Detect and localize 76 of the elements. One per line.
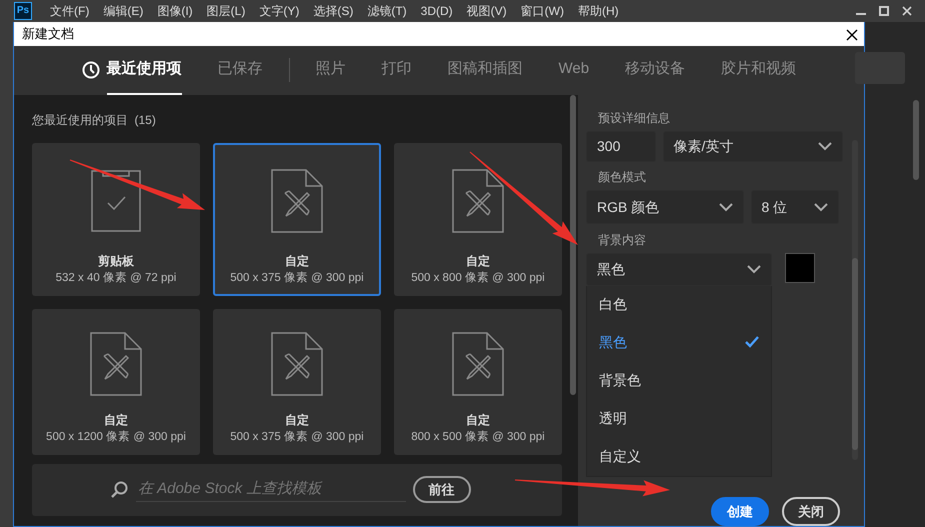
preset-card[interactable]: 自定 500 x 1200 像素 @ 300 ppi <box>32 308 200 454</box>
preset-card[interactable]: 剪贴板 532 x 40 像素 @ 72 ppi <box>32 142 200 296</box>
clipboard-check-icon <box>91 170 141 232</box>
scrollbar-thumb[interactable] <box>852 258 858 450</box>
preset-size: 532 x 40 像素 @ 72 ppi <box>56 270 176 286</box>
bit-depth-select[interactable]: 8 位 <box>750 190 838 224</box>
tab[interactable]: 已保存 <box>218 46 262 94</box>
preset-size: 800 x 500 像素 @ 300 ppi <box>411 430 545 445</box>
preset-size: 500 x 1200 像素 @ 300 ppi <box>46 430 186 445</box>
preset-card[interactable]: 自定 800 x 500 像素 @ 300 ppi <box>394 308 562 454</box>
preset-name: 自定 <box>285 412 309 429</box>
chevron-down-icon <box>814 202 828 212</box>
scrollbar-thumb[interactable] <box>570 94 576 394</box>
section-heading: 您最近使用的项目 <box>32 112 128 126</box>
resolution-field[interactable]: 300 <box>586 130 656 162</box>
preset-card[interactable]: 自定 500 x 375 像素 @ 300 ppi <box>213 142 381 296</box>
background-select[interactable]: 黑色 <box>586 252 772 286</box>
menu-item[interactable]: 文字(Y) <box>259 2 300 20</box>
menu-item[interactable]: 图层(L) <box>206 2 246 20</box>
menu-item[interactable]: 图像(I) <box>157 2 193 20</box>
preset-card[interactable]: 自定 500 x 375 像素 @ 300 ppi <box>213 308 381 454</box>
document-ruler-pencil-icon <box>271 332 323 396</box>
checkmark-icon <box>745 336 759 348</box>
clock-icon <box>82 61 100 80</box>
scrollbar-thumb[interactable] <box>913 100 919 180</box>
tab[interactable]: 打印 <box>382 46 412 94</box>
unit-select[interactable]: 像素/英寸 <box>662 130 842 162</box>
dropdown-option[interactable]: 黑色 <box>587 324 771 362</box>
search-icon <box>110 481 128 500</box>
preset-name: 自定 <box>466 412 490 429</box>
tab[interactable]: 照片 <box>316 46 346 94</box>
close-icon[interactable] <box>846 28 858 41</box>
preset-size: 500 x 800 像素 @ 300 ppi <box>411 270 545 286</box>
color-mode-select[interactable]: RGB 颜色 <box>586 190 744 224</box>
chevron-down-icon <box>719 202 733 212</box>
tab[interactable]: 胶片和视频 <box>721 46 796 94</box>
chevron-down-icon <box>818 142 832 150</box>
document-ruler-pencil-icon <box>452 169 504 234</box>
menu-item[interactable]: 文件(F) <box>50 2 90 20</box>
preset-size: 500 x 375 像素 @ 300 ppi <box>230 270 364 286</box>
menu-item[interactable]: 选择(S) <box>313 2 354 20</box>
field-label: 颜色模式 <box>598 169 647 186</box>
close-button[interactable]: 关闭 <box>782 496 840 526</box>
tab[interactable]: Web <box>558 46 590 94</box>
menu-item[interactable]: 视图(V) <box>466 2 507 20</box>
tab[interactable]: 移动设备 <box>625 46 686 94</box>
dropdown-option[interactable]: 透明 <box>587 400 771 438</box>
search-field[interactable]: 在 Adobe Stock 上查找模板 <box>136 476 406 502</box>
dropdown-option[interactable]: 背景色 <box>587 362 771 400</box>
dropdown-option[interactable]: 白色 <box>587 286 771 324</box>
chevron-down-icon <box>747 264 761 274</box>
field-label: 背景内容 <box>598 232 647 248</box>
create-button[interactable]: 创建 <box>711 496 769 526</box>
app-logo: Ps <box>14 2 32 20</box>
preset-name: 自定 <box>285 252 309 270</box>
menu-item[interactable]: 滤镜(T) <box>367 2 407 20</box>
document-ruler-pencil-icon <box>452 332 504 396</box>
menu-item[interactable]: 编辑(E) <box>103 2 144 20</box>
dropdown-option[interactable]: 自定义 <box>587 438 771 476</box>
preset-card[interactable]: 自定 500 x 800 像素 @ 300 ppi <box>394 142 562 296</box>
maximize-icon[interactable] <box>879 6 889 16</box>
document-ruler-pencil-icon <box>271 169 323 234</box>
field-label: 预设详细信息 <box>598 110 671 126</box>
item-count: (15) <box>134 112 156 126</box>
menu-item[interactable]: 窗口(W) <box>520 2 564 20</box>
dialog-title: 新建文档 <box>22 25 74 44</box>
color-swatch[interactable] <box>785 252 815 282</box>
go-button[interactable]: 前往 <box>412 476 470 504</box>
tab[interactable]: 图稿和插图 <box>448 46 522 94</box>
menu-item[interactable]: 3D(D) <box>420 2 453 20</box>
preset-name: 自定 <box>466 252 490 270</box>
document-ruler-pencil-icon <box>90 332 142 396</box>
preset-size: 500 x 375 像素 @ 300 ppi <box>230 430 364 445</box>
preset-name: 剪贴板 <box>98 252 134 270</box>
menu-item[interactable]: 帮助(H) <box>578 2 619 20</box>
preset-name: 自定 <box>104 412 128 429</box>
